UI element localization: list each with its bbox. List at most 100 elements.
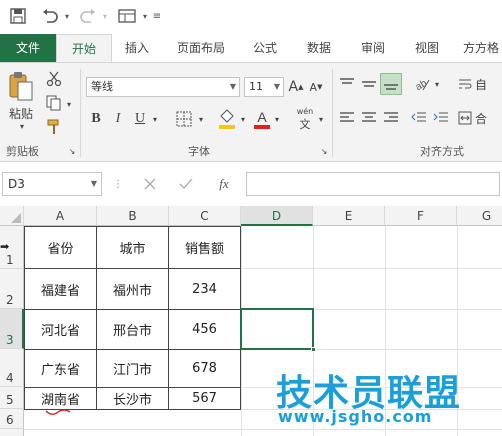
- decrease-font-size-button[interactable]: A ▼: [308, 77, 324, 97]
- format-painter-icon[interactable]: [44, 117, 64, 137]
- font-group-label: 字体: [188, 145, 210, 158]
- increase-indent-icon[interactable]: [432, 109, 450, 127]
- table-cell[interactable]: 福建省: [24, 268, 97, 310]
- table-cell[interactable]: 456: [168, 309, 241, 350]
- column-header-e[interactable]: E: [313, 206, 385, 226]
- table-header-cell[interactable]: 城市: [96, 226, 169, 269]
- tab-review[interactable]: 审阅: [348, 34, 398, 62]
- tab-home[interactable]: 开始: [56, 34, 112, 62]
- insert-function-button[interactable]: fx: [214, 176, 234, 192]
- selected-cell-d3[interactable]: [240, 308, 314, 350]
- tab-page-layout[interactable]: 页面布局: [166, 34, 236, 62]
- fill-color-dropdown-icon[interactable]: ▾: [238, 109, 248, 129]
- increase-font-size-button[interactable]: A ▲: [288, 77, 304, 97]
- copy-icon[interactable]: [44, 93, 64, 113]
- row-select-cursor-icon: ➡: [0, 240, 10, 253]
- form-dropdown-icon[interactable]: ▾: [140, 6, 150, 26]
- enter-icon[interactable]: [178, 176, 194, 192]
- wrap-text-button[interactable]: 自: [458, 75, 502, 93]
- border-dropdown-icon[interactable]: ▾: [196, 109, 206, 129]
- align-middle-icon[interactable]: [360, 75, 378, 93]
- column-header-a[interactable]: A: [24, 206, 97, 226]
- italic-button[interactable]: I: [110, 109, 126, 129]
- name-box[interactable]: D3 ▼: [2, 172, 102, 196]
- row-header-7[interactable]: [0, 429, 24, 436]
- phonetic-dropdown-icon[interactable]: ▾: [316, 109, 326, 129]
- decrease-indent-icon[interactable]: [410, 109, 428, 127]
- cancel-icon[interactable]: [142, 176, 158, 192]
- row-header-6[interactable]: 6: [0, 409, 24, 429]
- redo-icon[interactable]: [78, 6, 98, 26]
- customize-qat-icon[interactable]: ≡: [150, 6, 164, 26]
- column-header-b[interactable]: B: [97, 206, 169, 226]
- undo-icon[interactable]: [40, 6, 60, 26]
- row-header-3[interactable]: 3: [0, 309, 24, 349]
- alignment-group-label: 对齐方式: [420, 145, 464, 158]
- formula-bar-grip-icon: ⋮: [113, 178, 123, 190]
- paste-dropdown-icon[interactable]: ▾: [12, 121, 32, 131]
- tab-formulas[interactable]: 公式: [240, 34, 290, 62]
- save-icon[interactable]: [8, 6, 28, 26]
- font-launcher-icon[interactable]: ↘: [318, 145, 330, 157]
- table-cell[interactable]: 广东省: [24, 349, 97, 388]
- copy-dropdown-icon[interactable]: ▾: [64, 97, 74, 111]
- font-size-dropdown-icon[interactable]: ▼: [274, 78, 280, 96]
- formula-input[interactable]: [246, 172, 500, 196]
- paste-button[interactable]: 粘贴: [6, 105, 36, 121]
- paste-icon[interactable]: [6, 69, 36, 103]
- formula-bar: D3 ▼ ⋮ fx: [0, 166, 502, 202]
- phonetic-button[interactable]: wén 文: [294, 105, 316, 133]
- clipboard-launcher-icon[interactable]: ↘: [66, 145, 78, 157]
- fill-color-icon[interactable]: [216, 107, 238, 131]
- row-header-2[interactable]: 2: [0, 269, 24, 309]
- font-size-select[interactable]: 11 ▼: [244, 77, 284, 97]
- table-cell[interactable]: 邢台市: [96, 309, 169, 350]
- form-icon[interactable]: [116, 6, 138, 26]
- select-all-corner[interactable]: [0, 206, 24, 226]
- column-header-g[interactable]: G: [457, 206, 502, 226]
- cut-icon[interactable]: [44, 69, 64, 89]
- bold-button[interactable]: B: [88, 109, 104, 129]
- table-cell[interactable]: 234: [168, 268, 241, 310]
- font-color-dropdown-icon[interactable]: ▾: [272, 109, 282, 129]
- tab-insert[interactable]: 插入: [112, 34, 162, 62]
- align-left-icon[interactable]: [338, 109, 356, 127]
- row-header-4[interactable]: 4: [0, 349, 24, 387]
- font-name-select[interactable]: 等线 ▼: [86, 77, 240, 97]
- tab-view[interactable]: 视图: [402, 34, 452, 62]
- column-header-f[interactable]: F: [385, 206, 457, 226]
- name-box-dropdown-icon[interactable]: ▼: [91, 173, 97, 195]
- column-header-d[interactable]: D: [241, 206, 313, 226]
- align-right-icon[interactable]: [382, 109, 400, 127]
- ribbon-home: 粘贴 ▾ ▾ 剪贴板 ↘ 等线 ▼ 11 ▼ A ▲ A ▼ B I U ▾ ▾ ▾…: [0, 62, 502, 162]
- border-icon[interactable]: [174, 109, 194, 129]
- merge-center-button[interactable]: 合: [458, 109, 502, 127]
- table-cell[interactable]: 河北省: [24, 309, 97, 350]
- underline-dropdown-icon[interactable]: ▾: [150, 109, 160, 129]
- fill-handle[interactable]: [311, 347, 316, 352]
- undo-dropdown-icon[interactable]: ▾: [62, 6, 72, 26]
- orientation-dropdown-icon[interactable]: ▾: [432, 75, 442, 93]
- font-color-icon[interactable]: A: [252, 107, 272, 131]
- font-name-dropdown-icon[interactable]: ▼: [230, 78, 236, 96]
- orientation-icon[interactable]: ab: [412, 75, 432, 93]
- table-header-cell[interactable]: 销售额: [168, 226, 241, 269]
- underline-button[interactable]: U: [132, 109, 148, 129]
- table-cell[interactable]: 福州市: [96, 268, 169, 310]
- align-center-icon[interactable]: [360, 109, 378, 127]
- table-header-cell[interactable]: 省份: [24, 226, 97, 269]
- tab-ffgrid[interactable]: 方方格: [456, 34, 502, 62]
- tab-data[interactable]: 数据: [294, 34, 344, 62]
- table-cell[interactable]: 678: [168, 349, 241, 388]
- redo-dropdown-icon[interactable]: ▾: [100, 6, 110, 26]
- align-top-icon[interactable]: [338, 75, 356, 93]
- column-header-c[interactable]: C: [169, 206, 241, 226]
- ribbon-tabs: 文件 开始 插入 页面布局 公式 数据 审阅 视图 方方格: [0, 34, 502, 62]
- align-bottom-icon[interactable]: [380, 73, 402, 95]
- row-header-5[interactable]: 5: [0, 387, 24, 409]
- table-cell[interactable]: 567: [168, 387, 241, 410]
- table-cell[interactable]: 湖南省: [24, 387, 97, 410]
- table-cell[interactable]: 江门市: [96, 349, 169, 388]
- table-cell[interactable]: 长沙市: [96, 387, 169, 410]
- tab-file[interactable]: 文件: [0, 34, 56, 62]
